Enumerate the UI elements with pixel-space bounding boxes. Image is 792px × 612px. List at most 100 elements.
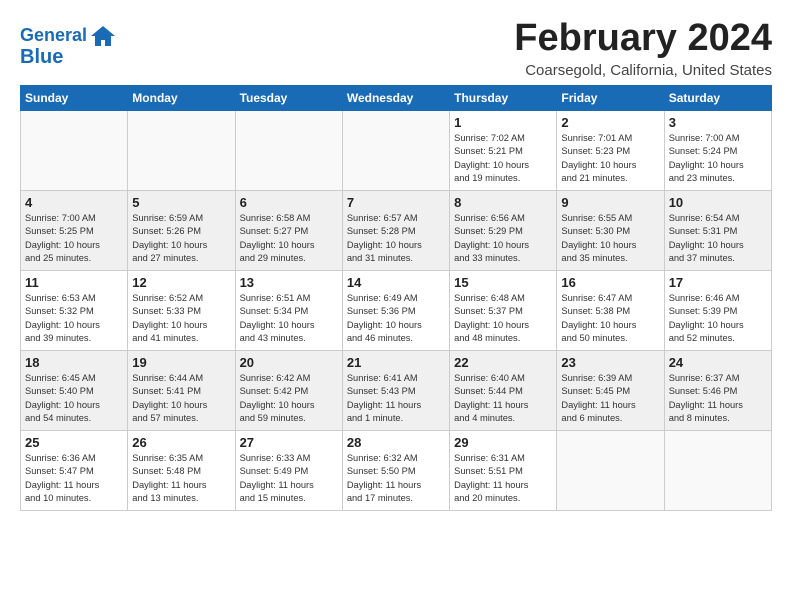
calendar-day: 10 Sunrise: 6:54 AM Sunset: 5:31 PM Dayli…: [664, 190, 771, 270]
calendar-day: 26Sunrise: 6:35 AM Sunset: 5:48 PM Dayli…: [128, 430, 235, 510]
calendar-day: 22 Sunrise: 6:40 AM Sunset: 5:44 PM Dayli…: [450, 350, 557, 430]
calendar-day: [235, 110, 342, 190]
day-info: Sunrise: 7:00 AM Sunset: 5:25 PM Dayligh…: [25, 212, 123, 266]
day-info: Sunrise: 6:58 AM Sunset: 5:27 PM Dayligh…: [240, 212, 338, 266]
day-number: 27: [240, 435, 338, 450]
day-number: 3: [669, 115, 767, 130]
day-info: Sunrise: 6:54 AM Sunset: 5:31 PM Dayligh…: [669, 212, 767, 266]
day-info: Sunrise: 6:36 AM Sunset: 5:47 PM Dayligh…: [25, 452, 123, 506]
col-tuesday: Tuesday: [235, 85, 342, 110]
calendar-day: 13Sunrise: 6:51 AM Sunset: 5:34 PM Dayli…: [235, 270, 342, 350]
col-sunday: Sunday: [21, 85, 128, 110]
calendar-day: 8Sunrise: 6:56 AM Sunset: 5:29 PM Daylig…: [450, 190, 557, 270]
day-number: 2: [561, 115, 659, 130]
day-info: Sunrise: 7:01 AM Sunset: 5:23 PM Dayligh…: [561, 132, 659, 186]
calendar-day: 7 Sunrise: 6:57 AM Sunset: 5:28 PM Daylig…: [342, 190, 449, 270]
day-info: Sunrise: 6:49 AM Sunset: 5:36 PM Dayligh…: [347, 292, 445, 346]
day-info: Sunrise: 6:40 AM Sunset: 5:44 PM Dayligh…: [454, 372, 552, 426]
title-block: February 2024 Coarsegold, California, Un…: [514, 18, 772, 79]
day-info: Sunrise: 6:45 AM Sunset: 5:40 PM Dayligh…: [25, 372, 123, 426]
day-info: Sunrise: 6:46 AM Sunset: 5:39 PM Dayligh…: [669, 292, 767, 346]
day-number: 9: [561, 195, 659, 210]
calendar-table: Sunday Monday Tuesday Wednesday Thursday…: [20, 85, 772, 511]
day-number: 7: [347, 195, 445, 210]
day-number: 17: [669, 275, 767, 290]
day-number: 10: [669, 195, 767, 210]
calendar-day: 11 Sunrise: 6:53 AM Sunset: 5:32 PM Dayli…: [21, 270, 128, 350]
day-info: Sunrise: 6:41 AM Sunset: 5:43 PM Dayligh…: [347, 372, 445, 426]
calendar-day: [557, 430, 664, 510]
calendar-day: 25 Sunrise: 6:36 AM Sunset: 5:47 PM Dayli…: [21, 430, 128, 510]
calendar-day: 5 Sunrise: 6:59 AM Sunset: 5:26 PM Daylig…: [128, 190, 235, 270]
day-info: Sunrise: 6:55 AM Sunset: 5:30 PM Dayligh…: [561, 212, 659, 266]
day-info: Sunrise: 6:31 AM Sunset: 5:51 PM Dayligh…: [454, 452, 552, 506]
day-number: 25: [25, 435, 123, 450]
col-friday: Friday: [557, 85, 664, 110]
day-info: Sunrise: 6:53 AM Sunset: 5:32 PM Dayligh…: [25, 292, 123, 346]
day-number: 21: [347, 355, 445, 370]
day-info: Sunrise: 6:39 AM Sunset: 5:45 PM Dayligh…: [561, 372, 659, 426]
calendar-week-row: 1Sunrise: 7:02 AM Sunset: 5:21 PM Daylig…: [21, 110, 772, 190]
calendar-day: 9 Sunrise: 6:55 AM Sunset: 5:30 PM Daylig…: [557, 190, 664, 270]
day-info: Sunrise: 6:47 AM Sunset: 5:38 PM Dayligh…: [561, 292, 659, 346]
col-monday: Monday: [128, 85, 235, 110]
calendar-day: 27Sunrise: 6:33 AM Sunset: 5:49 PM Dayli…: [235, 430, 342, 510]
calendar-day: 2 Sunrise: 7:01 AM Sunset: 5:23 PM Daylig…: [557, 110, 664, 190]
calendar-day: 12 Sunrise: 6:52 AM Sunset: 5:33 PM Dayli…: [128, 270, 235, 350]
calendar-day: [21, 110, 128, 190]
day-info: Sunrise: 7:02 AM Sunset: 5:21 PM Dayligh…: [454, 132, 552, 186]
calendar-day: 6 Sunrise: 6:58 AM Sunset: 5:27 PM Daylig…: [235, 190, 342, 270]
calendar-week-row: 18 Sunrise: 6:45 AM Sunset: 5:40 PM Dayli…: [21, 350, 772, 430]
location: Coarsegold, California, United States: [514, 62, 772, 79]
day-number: 11: [25, 275, 123, 290]
day-info: Sunrise: 7:00 AM Sunset: 5:24 PM Dayligh…: [669, 132, 767, 186]
day-number: 16: [561, 275, 659, 290]
calendar-day: 23 Sunrise: 6:39 AM Sunset: 5:45 PM Dayli…: [557, 350, 664, 430]
day-info: Sunrise: 6:32 AM Sunset: 5:50 PM Dayligh…: [347, 452, 445, 506]
calendar-day: [664, 430, 771, 510]
calendar-week-row: 25 Sunrise: 6:36 AM Sunset: 5:47 PM Dayli…: [21, 430, 772, 510]
day-number: 23: [561, 355, 659, 370]
day-number: 19: [132, 355, 230, 370]
calendar-day: 19Sunrise: 6:44 AM Sunset: 5:41 PM Dayli…: [128, 350, 235, 430]
calendar-day: 24Sunrise: 6:37 AM Sunset: 5:46 PM Dayli…: [664, 350, 771, 430]
calendar-day: [342, 110, 449, 190]
calendar-day: 14 Sunrise: 6:49 AM Sunset: 5:36 PM Dayli…: [342, 270, 449, 350]
day-info: Sunrise: 6:57 AM Sunset: 5:28 PM Dayligh…: [347, 212, 445, 266]
calendar-day: 4Sunrise: 7:00 AM Sunset: 5:25 PM Daylig…: [21, 190, 128, 270]
day-number: 14: [347, 275, 445, 290]
day-number: 6: [240, 195, 338, 210]
day-number: 18: [25, 355, 123, 370]
day-number: 28: [347, 435, 445, 450]
day-number: 20: [240, 355, 338, 370]
day-number: 5: [132, 195, 230, 210]
calendar-day: 20 Sunrise: 6:42 AM Sunset: 5:42 PM Dayli…: [235, 350, 342, 430]
calendar-day: [128, 110, 235, 190]
day-info: Sunrise: 6:48 AM Sunset: 5:37 PM Dayligh…: [454, 292, 552, 346]
month-title: February 2024: [514, 18, 772, 60]
calendar-header-row: Sunday Monday Tuesday Wednesday Thursday…: [21, 85, 772, 110]
day-number: 12: [132, 275, 230, 290]
logo-text: General: [20, 26, 87, 46]
day-info: Sunrise: 6:51 AM Sunset: 5:34 PM Dayligh…: [240, 292, 338, 346]
day-info: Sunrise: 6:42 AM Sunset: 5:42 PM Dayligh…: [240, 372, 338, 426]
calendar-day: 28 Sunrise: 6:32 AM Sunset: 5:50 PM Dayli…: [342, 430, 449, 510]
calendar-day: 1Sunrise: 7:02 AM Sunset: 5:21 PM Daylig…: [450, 110, 557, 190]
calendar-week-row: 11 Sunrise: 6:53 AM Sunset: 5:32 PM Dayli…: [21, 270, 772, 350]
logo-icon: [89, 22, 117, 50]
header: General Blue February 2024 Coarsegold, C…: [20, 18, 772, 79]
day-info: Sunrise: 6:59 AM Sunset: 5:26 PM Dayligh…: [132, 212, 230, 266]
col-thursday: Thursday: [450, 85, 557, 110]
day-number: 22: [454, 355, 552, 370]
logo: General Blue: [20, 22, 117, 68]
calendar-week-row: 4Sunrise: 7:00 AM Sunset: 5:25 PM Daylig…: [21, 190, 772, 270]
day-info: Sunrise: 6:52 AM Sunset: 5:33 PM Dayligh…: [132, 292, 230, 346]
col-saturday: Saturday: [664, 85, 771, 110]
calendar-day: 17 Sunrise: 6:46 AM Sunset: 5:39 PM Dayli…: [664, 270, 771, 350]
calendar-day: 29 Sunrise: 6:31 AM Sunset: 5:51 PM Dayli…: [450, 430, 557, 510]
day-info: Sunrise: 6:37 AM Sunset: 5:46 PM Dayligh…: [669, 372, 767, 426]
day-number: 29: [454, 435, 552, 450]
calendar-day: 21 Sunrise: 6:41 AM Sunset: 5:43 PM Dayli…: [342, 350, 449, 430]
calendar-day: 3 Sunrise: 7:00 AM Sunset: 5:24 PM Daylig…: [664, 110, 771, 190]
calendar-day: 15Sunrise: 6:48 AM Sunset: 5:37 PM Dayli…: [450, 270, 557, 350]
